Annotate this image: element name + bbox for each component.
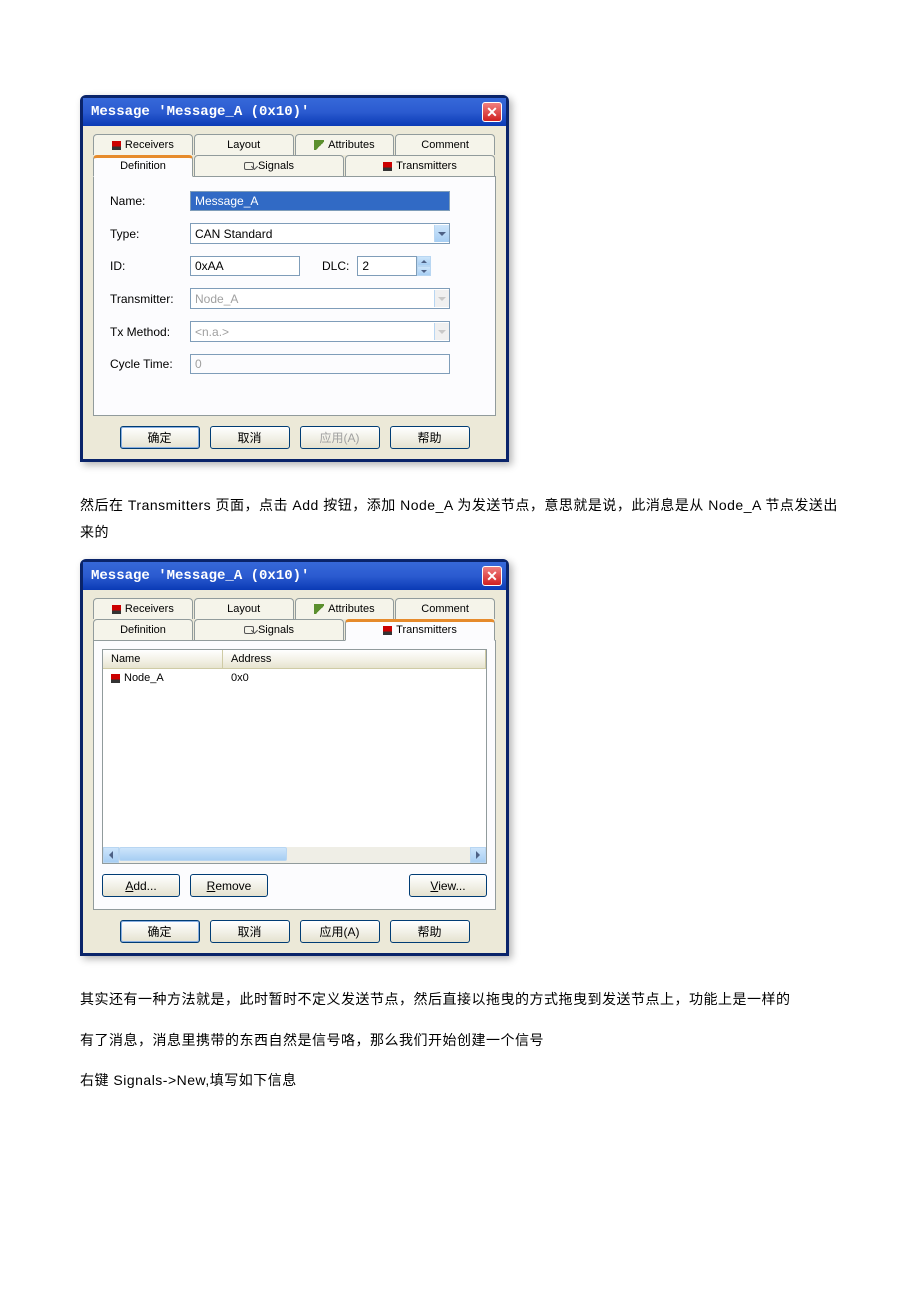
tab-comment[interactable]: Comment xyxy=(395,598,495,619)
close-icon[interactable]: ✕ xyxy=(482,102,502,122)
paragraph-1: 然后在 Transmitters 页面，点击 Add 按钮，添加 Node_A … xyxy=(80,492,840,545)
titlebar[interactable]: Message 'Message_A (0x10)' ✕ xyxy=(83,98,506,126)
spinner-up-icon[interactable] xyxy=(417,256,431,266)
node-icon xyxy=(112,141,121,150)
list-item[interactable]: Node_A 0x0 xyxy=(103,669,486,687)
add-button[interactable]: Add... xyxy=(102,874,180,897)
tab-signals[interactable]: Signals xyxy=(194,155,344,176)
dlc-label: DLC: xyxy=(322,259,349,273)
cancel-button[interactable]: 取消 xyxy=(210,920,290,943)
id-field[interactable] xyxy=(190,256,300,276)
titlebar[interactable]: Message 'Message_A (0x10)' ✕ xyxy=(83,562,506,590)
header-name[interactable]: Name xyxy=(103,650,223,668)
ok-button[interactable]: 确定 xyxy=(120,426,200,449)
tab-attributes[interactable]: Attributes xyxy=(295,598,395,619)
help-button[interactable]: 帮助 xyxy=(390,426,470,449)
scroll-thumb[interactable] xyxy=(119,847,287,861)
list-rows: Node_A 0x0 xyxy=(103,669,486,847)
tab-receivers[interactable]: Receivers xyxy=(93,598,193,619)
type-label: Type: xyxy=(110,227,190,241)
header-address[interactable]: Address xyxy=(223,650,486,668)
tab-content: Name Address Node_A 0x0 xyxy=(93,640,496,910)
chevron-down-icon[interactable] xyxy=(434,225,449,242)
ok-button[interactable]: 确定 xyxy=(120,920,200,943)
scroll-left-icon[interactable] xyxy=(103,847,119,863)
cancel-button[interactable]: 取消 xyxy=(210,426,290,449)
tab-layout[interactable]: Layout xyxy=(194,134,294,155)
scroll-track[interactable] xyxy=(119,847,470,863)
apply-button[interactable]: 应用(A) xyxy=(300,920,380,943)
list-header: Name Address xyxy=(103,650,486,669)
pencil-icon xyxy=(314,604,324,614)
tab-strip: Receivers Layout Attributes Comment Defi… xyxy=(93,598,496,640)
chevron-down-icon xyxy=(434,323,449,340)
transmitters-list[interactable]: Name Address Node_A 0x0 xyxy=(102,649,487,864)
spinner-down-icon[interactable] xyxy=(417,266,431,276)
node-icon xyxy=(383,626,392,635)
window-title: Message 'Message_A (0x10)' xyxy=(91,568,309,584)
dialog-buttons: 确定 取消 应用(A) 帮助 xyxy=(93,416,496,449)
remove-button[interactable]: Remove xyxy=(190,874,268,897)
txmethod-label: Tx Method: xyxy=(110,325,190,339)
dialog-buttons: 确定 取消 应用(A) 帮助 xyxy=(93,910,496,943)
message-dialog-definition: Message 'Message_A (0x10)' ✕ Receivers L… xyxy=(80,95,509,462)
paragraph-2: 其实还有一种方法就是，此时暂时不定义发送节点，然后直接以拖曳的方式拖曳到发送节点… xyxy=(80,986,840,1013)
tab-definition[interactable]: Definition xyxy=(93,155,193,177)
id-label: ID: xyxy=(110,259,190,273)
window-title: Message 'Message_A (0x10)' xyxy=(91,104,309,120)
cycletime-field xyxy=(190,354,450,374)
dlc-field[interactable] xyxy=(357,256,417,276)
view-button[interactable]: View... xyxy=(409,874,487,897)
node-icon xyxy=(111,674,120,683)
transmitter-dropdown: Node_A xyxy=(190,288,450,309)
node-icon xyxy=(383,162,392,171)
dialog-body: Receivers Layout Attributes Comment Defi… xyxy=(83,590,506,953)
node-icon xyxy=(112,605,121,614)
pencil-icon xyxy=(314,140,324,150)
horizontal-scrollbar[interactable] xyxy=(103,847,486,863)
txmethod-dropdown: <n.a.> xyxy=(190,321,450,342)
help-button[interactable]: 帮助 xyxy=(390,920,470,943)
cycletime-label: Cycle Time: xyxy=(110,357,190,371)
transmitter-label: Transmitter: xyxy=(110,292,190,306)
tab-signals[interactable]: Signals xyxy=(194,619,344,640)
action-row: Add... Remove View... xyxy=(102,874,487,901)
message-dialog-transmitters: Message 'Message_A (0x10)' ✕ Receivers L… xyxy=(80,559,509,956)
tab-transmitters[interactable]: Transmitters xyxy=(345,155,495,176)
name-field[interactable] xyxy=(190,191,450,211)
type-dropdown[interactable]: CAN Standard xyxy=(190,223,450,244)
dialog-body: Receivers Layout Attributes Comment Defi… xyxy=(83,126,506,459)
tab-receivers[interactable]: Receivers xyxy=(93,134,193,155)
tab-layout[interactable]: Layout xyxy=(194,598,294,619)
tab-attributes[interactable]: Attributes xyxy=(295,134,395,155)
name-label: Name: xyxy=(110,194,190,208)
paragraph-3: 有了消息，消息里携带的东西自然是信号咯，那么我们开始创建一个信号 xyxy=(80,1027,840,1054)
tab-definition[interactable]: Definition xyxy=(93,619,193,640)
scroll-right-icon[interactable] xyxy=(470,847,486,863)
dlc-spinner[interactable] xyxy=(417,256,431,276)
signal-icon xyxy=(244,162,254,170)
tab-content: Name: Type: CAN Standard ID: DLC: xyxy=(93,176,496,416)
apply-button: 应用(A) xyxy=(300,426,380,449)
chevron-down-icon xyxy=(434,290,449,307)
tab-transmitters[interactable]: Transmitters xyxy=(345,619,495,641)
tab-comment[interactable]: Comment xyxy=(395,134,495,155)
close-icon[interactable]: ✕ xyxy=(482,566,502,586)
signal-icon xyxy=(244,626,254,634)
tab-strip: Receivers Layout Attributes Comment Defi… xyxy=(93,134,496,176)
paragraph-4: 右键 Signals->New,填写如下信息 xyxy=(80,1067,840,1094)
